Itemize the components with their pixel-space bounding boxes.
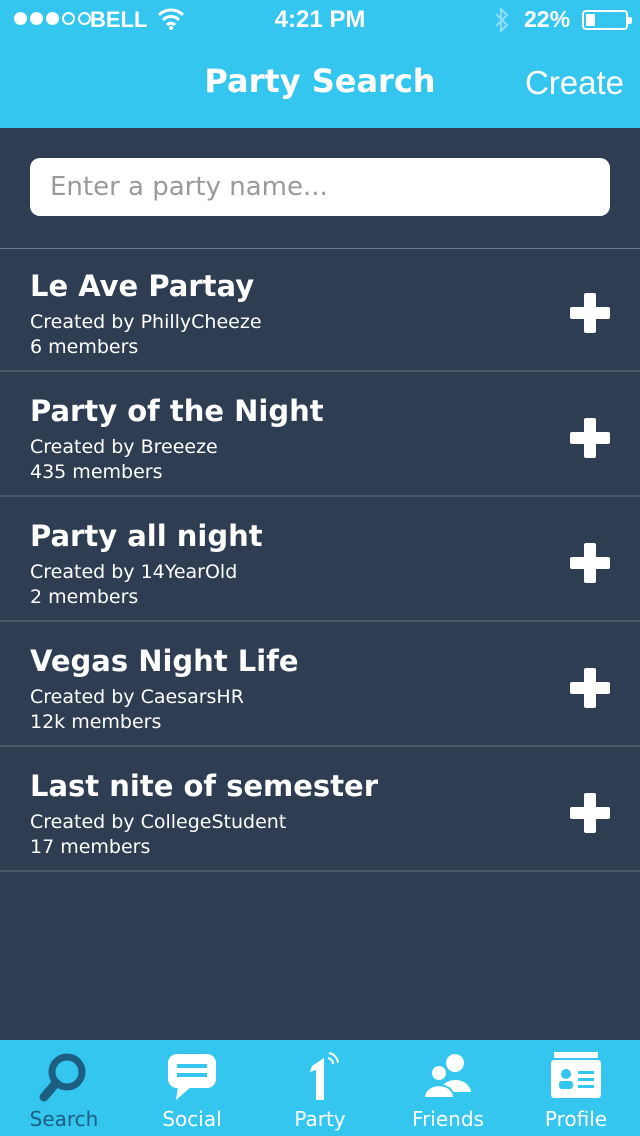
party-name: Last nite of semester [30, 769, 379, 803]
bluetooth-icon [495, 7, 509, 33]
party-members: 6 members [30, 336, 139, 358]
party-one-icon [310, 1052, 339, 1100]
join-party-plus-icon[interactable] [570, 668, 610, 708]
party-creator: Created by PhillyCheeze [30, 311, 262, 333]
tab-label: Friends [412, 1107, 484, 1131]
friends-icon [422, 1054, 471, 1099]
join-party-plus-icon[interactable] [570, 418, 610, 458]
party-list: Le Ave Partay Created by PhillyCheeze 6 … [0, 249, 640, 874]
create-button[interactable]: Create [525, 64, 624, 102]
party-creator: Created by Breeeze [30, 436, 218, 458]
tab-label: Profile [544, 1107, 608, 1131]
battery-icon [582, 10, 632, 30]
join-party-plus-icon[interactable] [570, 293, 610, 333]
party-members: 2 members [30, 586, 139, 608]
party-name: Vegas Night Life [30, 644, 299, 678]
profile-card-icon [551, 1052, 601, 1098]
party-name: Party of the Night [30, 394, 324, 428]
tab-search[interactable]: Search [0, 1040, 128, 1136]
join-party-plus-icon[interactable] [570, 543, 610, 583]
party-creator: Created by 14YearOld [30, 561, 238, 583]
party-creator: Created by CollegeStudent [30, 811, 287, 833]
party-creator: Created by CaesarsHR [30, 686, 244, 708]
party-members: 435 members [30, 461, 163, 483]
party-list-item[interactable]: Last nite of semester Created by College… [0, 749, 640, 872]
tab-bar: Search Social Party Friends Profile [0, 1040, 640, 1136]
battery-percent: 22% [524, 6, 571, 32]
party-members: 17 members [30, 836, 151, 858]
tab-friends[interactable]: Friends [384, 1040, 512, 1136]
search-icon [39, 1053, 86, 1102]
status-bar: BELL 4:21 PM 22% [0, 0, 640, 40]
party-list-item[interactable]: Party all night Created by 14YearOld 2 m… [0, 499, 640, 622]
party-list-item[interactable]: Vegas Night Life Created by CaesarsHR 12… [0, 624, 640, 747]
party-search-input[interactable] [30, 158, 610, 216]
party-list-item[interactable]: Le Ave Partay Created by PhillyCheeze 6 … [0, 249, 640, 372]
tab-label: Party [294, 1107, 346, 1131]
party-list-item[interactable]: Party of the Night Created by Breeeze 43… [0, 374, 640, 497]
chat-bubble-icon [168, 1054, 216, 1100]
party-name: Party all night [30, 519, 263, 553]
top-bar: BELL 4:21 PM 22% Party Search Create [0, 0, 640, 128]
tab-social[interactable]: Social [128, 1040, 256, 1136]
tab-profile[interactable]: Profile [512, 1040, 640, 1136]
join-party-plus-icon[interactable] [570, 793, 610, 833]
tab-label: Search [29, 1107, 99, 1131]
tab-party[interactable]: Party [256, 1040, 384, 1136]
search-bar [0, 128, 640, 249]
tab-label: Social [162, 1107, 222, 1131]
party-members: 12k members [30, 711, 162, 733]
party-name: Le Ave Partay [30, 269, 255, 303]
